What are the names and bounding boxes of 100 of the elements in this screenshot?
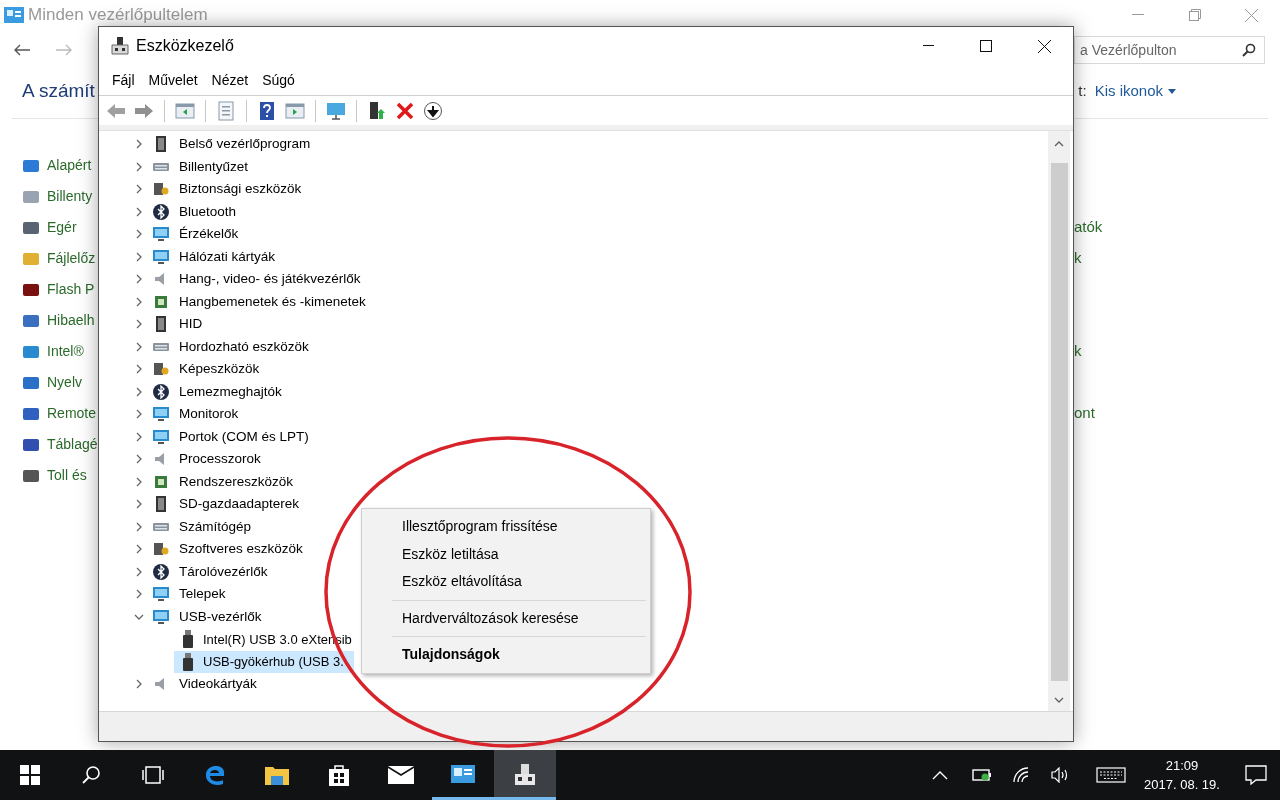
chevron-right-icon[interactable] bbox=[134, 409, 144, 420]
menu-item[interactable]: Nézet bbox=[204, 69, 256, 91]
chevron-right-icon[interactable] bbox=[134, 454, 144, 465]
scrollbar-thumb[interactable] bbox=[1050, 163, 1068, 681]
chevron-right-icon[interactable] bbox=[134, 431, 144, 442]
chevron-right-icon[interactable] bbox=[134, 341, 144, 352]
applet-link[interactable]: Nyelv bbox=[47, 372, 82, 393]
applet-link[interactable]: ont bbox=[1074, 402, 1130, 425]
device-manager-icon bbox=[512, 763, 538, 787]
chevron-right-icon[interactable] bbox=[134, 229, 144, 240]
chevron-right-icon[interactable] bbox=[134, 161, 144, 172]
applet-link[interactable]: Táblagé bbox=[47, 434, 98, 455]
chip-icon bbox=[153, 473, 169, 490]
chevron-right-icon[interactable] bbox=[134, 386, 144, 397]
chevron-up-icon[interactable] bbox=[932, 770, 948, 780]
tree-item[interactable]: HID bbox=[134, 313, 203, 336]
taskbar-button[interactable] bbox=[494, 750, 556, 800]
tree-item[interactable]: Lemezmeghajtók bbox=[134, 380, 282, 403]
tree-item[interactable]: Hordozható eszközök bbox=[134, 335, 309, 358]
control-panel-icon bbox=[450, 764, 476, 786]
usb-plug-icon bbox=[182, 652, 194, 671]
applet-link[interactable]: Toll és bbox=[47, 465, 87, 486]
applet-link[interactable]: Alapért bbox=[47, 155, 92, 176]
applet-link[interactable]: Hibaelh bbox=[47, 310, 95, 331]
tree-item[interactable]: Hálózati kártyák bbox=[134, 245, 276, 268]
envelope-icon bbox=[387, 765, 415, 785]
search-field[interactable]: a Vezérlőpulton bbox=[1074, 36, 1265, 64]
applet-link[interactable]: Billenty bbox=[47, 186, 93, 207]
menu-item[interactable]: Tulajdonságok bbox=[362, 641, 650, 669]
tree-item[interactable]: Monitorok bbox=[134, 403, 239, 426]
view-dropdown[interactable]: Kis ikonok bbox=[1094, 79, 1176, 103]
chevron-right-icon[interactable] bbox=[134, 544, 144, 555]
chevron-right-icon[interactable] bbox=[134, 679, 144, 690]
tree-item[interactable]: Biztonsági eszközök bbox=[134, 178, 302, 201]
tree-item[interactable]: Processzorok bbox=[134, 448, 261, 471]
tree-item[interactable]: Billentyűzet bbox=[134, 155, 249, 178]
tree-item[interactable]: Hangbemenetek és -kimenetek bbox=[134, 290, 366, 313]
applet-link[interactable]: Intel® bbox=[47, 341, 84, 362]
tree-item[interactable]: Hang-, video- és játékvezérlők bbox=[134, 268, 361, 291]
tree-item[interactable]: Telepek bbox=[134, 583, 226, 606]
chevron-right-icon[interactable] bbox=[134, 521, 144, 532]
close-icon bbox=[1245, 8, 1258, 22]
tree-item[interactable]: Videokártyák bbox=[134, 673, 257, 696]
tree-item[interactable]: Képeszközök bbox=[134, 358, 260, 381]
scroll-up-icon[interactable] bbox=[1054, 141, 1064, 147]
tree-pane-icon[interactable] bbox=[175, 100, 195, 121]
scan-monitor-icon[interactable] bbox=[326, 100, 346, 121]
menu-item[interactable]: Hardverváltozások keresése bbox=[362, 604, 650, 632]
menu-item[interactable]: Művelet bbox=[141, 69, 205, 91]
keyboard-icon[interactable] bbox=[1096, 767, 1126, 783]
applet-link[interactable]: Fájlelőz bbox=[47, 248, 96, 269]
tree-item[interactable]: USB-gyökérhub (USB 3. bbox=[174, 650, 354, 673]
chevron-right-icon[interactable] bbox=[134, 274, 144, 285]
window-title: Eszközkezelő bbox=[136, 36, 234, 56]
chevron-right-icon[interactable] bbox=[134, 139, 144, 150]
clock[interactable]: 21:09 2017. 08. 19. bbox=[1140, 756, 1224, 794]
chevron-right-icon[interactable] bbox=[134, 206, 144, 217]
back-arrow-icon[interactable] bbox=[14, 44, 30, 56]
action-pane-icon[interactable] bbox=[285, 100, 305, 121]
menu-item[interactable]: Illesztőprogram frissítése bbox=[362, 513, 650, 541]
chevron-right-icon[interactable] bbox=[134, 184, 144, 195]
chevron-right-icon[interactable] bbox=[134, 251, 144, 262]
scroll-down-icon[interactable] bbox=[1054, 697, 1064, 703]
menu-item[interactable]: Eszköz eltávolítása bbox=[362, 568, 650, 596]
applet-link[interactable]: atók bbox=[1074, 216, 1130, 239]
tree-item[interactable]: Tárolóvezérlők bbox=[134, 560, 268, 583]
tree-item[interactable]: Portok (COM és LPT) bbox=[134, 425, 309, 448]
update-driver-icon[interactable] bbox=[367, 100, 387, 121]
remove-icon[interactable] bbox=[395, 100, 415, 121]
chevron-right-icon[interactable] bbox=[134, 476, 144, 487]
monitor-icon bbox=[153, 586, 169, 603]
shopping-bag-icon bbox=[328, 763, 350, 787]
menu-item[interactable]: Fájl bbox=[105, 69, 142, 91]
applet-link[interactable]: Egér bbox=[47, 217, 77, 238]
tree-item[interactable]: Érzékelők bbox=[134, 223, 239, 246]
chevron-right-icon[interactable] bbox=[134, 589, 144, 600]
menu-item[interactable]: Eszköz letiltása bbox=[362, 540, 650, 568]
tree-item[interactable]: Belső vezérlőprogram bbox=[134, 133, 311, 156]
tree-item[interactable]: Bluetooth bbox=[134, 200, 237, 223]
properties-icon[interactable] bbox=[216, 100, 236, 121]
chevron-right-icon[interactable] bbox=[134, 296, 144, 307]
chevron-right-icon[interactable] bbox=[134, 364, 144, 375]
battery-icon[interactable] bbox=[972, 768, 992, 782]
tree-item[interactable]: Rendszereszközök bbox=[134, 470, 294, 493]
volume-icon[interactable] bbox=[1050, 767, 1070, 783]
applet-link[interactable]: Flash P bbox=[47, 279, 95, 300]
chevron-right-icon[interactable] bbox=[134, 499, 144, 510]
tree-item[interactable]: SD-gazdaadapterek bbox=[134, 493, 300, 516]
tree-item[interactable]: Számítógép bbox=[134, 515, 252, 538]
applet-link[interactable]: k bbox=[1074, 340, 1130, 363]
applet-link[interactable]: k bbox=[1074, 247, 1130, 270]
menu-item[interactable]: Súgó bbox=[255, 69, 302, 91]
tree-item[interactable]: Szoftveres eszközök bbox=[134, 538, 303, 561]
chevron-right-icon[interactable] bbox=[134, 319, 144, 330]
applet-link[interactable]: Remote bbox=[47, 403, 97, 424]
tree-item[interactable]: USB-vezérlők bbox=[134, 605, 262, 628]
monitor-icon bbox=[153, 608, 169, 625]
download-icon[interactable] bbox=[423, 100, 443, 121]
chevron-right-icon[interactable] bbox=[134, 566, 144, 577]
help-icon[interactable] bbox=[257, 100, 277, 121]
